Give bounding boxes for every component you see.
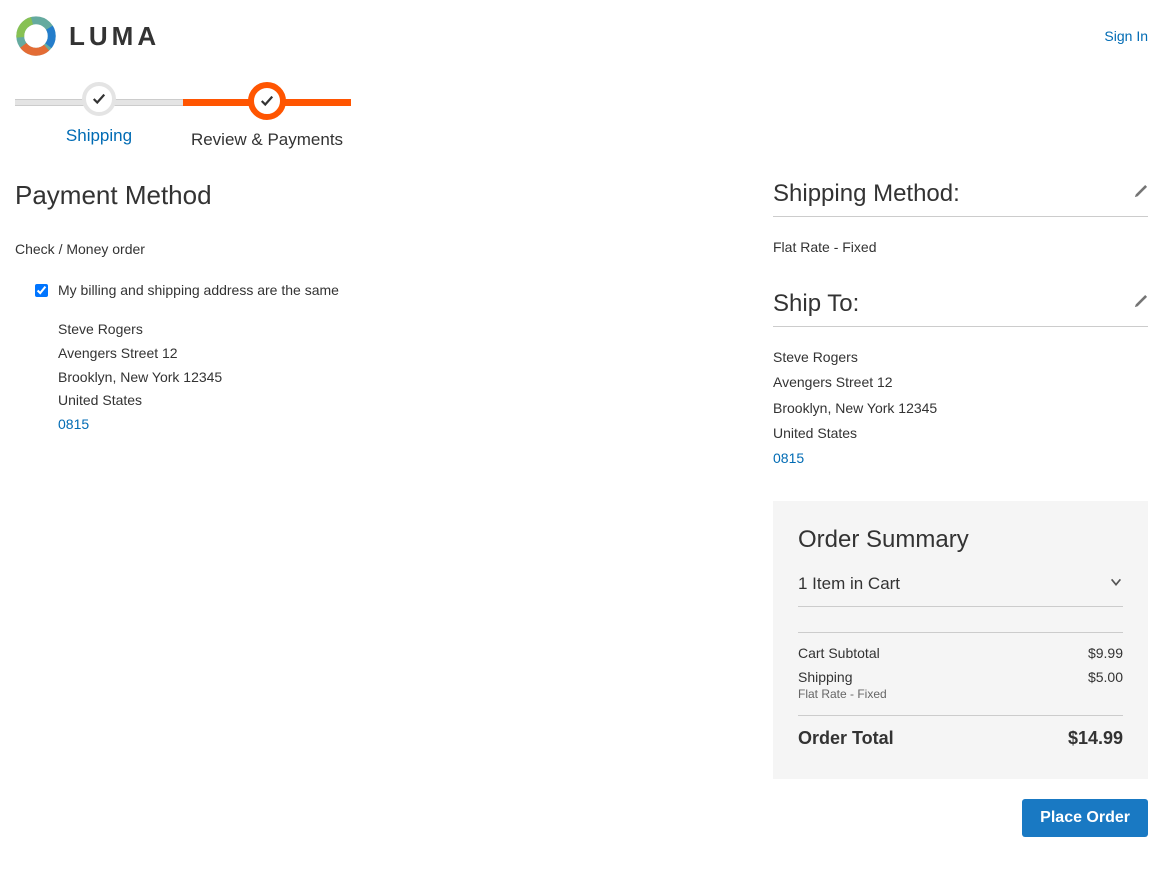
shipto-street: Avengers Street 12: [773, 370, 1148, 395]
payment-method-title: Payment Method: [15, 180, 743, 211]
order-total-label: Order Total: [798, 728, 894, 749]
payment-method-value: Check / Money order: [15, 241, 743, 257]
shipto-name: Steve Rogers: [773, 345, 1148, 370]
shipto-city: Brooklyn, New York 12345: [773, 396, 1148, 421]
same-address-checkbox[interactable]: [35, 284, 48, 297]
billing-name: Steve Rogers: [58, 318, 743, 342]
subtotal-label: Cart Subtotal: [798, 645, 880, 661]
shipping-method-value: Flat Rate - Fixed: [773, 235, 1148, 260]
billing-phone[interactable]: 0815: [58, 413, 743, 437]
shipto-phone[interactable]: 0815: [773, 446, 1148, 471]
shipping-label: Shipping: [798, 669, 853, 685]
step-review-label: Review & Payments: [191, 130, 343, 150]
pencil-icon: [1133, 294, 1148, 309]
ship-to-section: Ship To: Steve Rogers Avengers Street 12…: [773, 290, 1148, 486]
brand-name: LUMA: [69, 21, 160, 52]
edit-shipping-method-icon[interactable]: [1133, 184, 1148, 204]
cart-items-label: 1 Item in Cart: [798, 574, 900, 594]
shipping-value: $5.00: [1088, 669, 1123, 701]
ship-to-address: Steve Rogers Avengers Street 12 Brooklyn…: [773, 345, 1148, 471]
logo-icon: [15, 15, 57, 57]
subtotal-value: $9.99: [1088, 645, 1123, 661]
shipping-sublabel: Flat Rate - Fixed: [798, 687, 887, 701]
step-shipping-label: Shipping: [66, 126, 132, 146]
step-shipping[interactable]: Shipping: [15, 82, 183, 146]
shipping-method-title: Shipping Method:: [773, 180, 960, 208]
pencil-icon: [1133, 184, 1148, 199]
shipto-country: United States: [773, 421, 1148, 446]
billing-country: United States: [58, 389, 743, 413]
check-icon: [92, 92, 106, 106]
billing-address: Steve Rogers Avengers Street 12 Brooklyn…: [35, 318, 743, 437]
ship-to-title: Ship To:: [773, 290, 859, 318]
checkout-progress: Shipping Review & Payments: [15, 82, 1148, 150]
edit-ship-to-icon[interactable]: [1133, 294, 1148, 314]
same-address-label: My billing and shipping address are the …: [58, 282, 339, 298]
same-address-checkbox-row[interactable]: My billing and shipping address are the …: [35, 282, 743, 298]
order-total-value: $14.99: [1068, 728, 1123, 749]
step-review-payments: Review & Payments: [183, 82, 351, 150]
chevron-down-icon: [1109, 574, 1123, 594]
cart-items-toggle[interactable]: 1 Item in Cart: [798, 574, 1123, 607]
order-summary: Order Summary 1 Item in Cart Cart Subtot…: [773, 501, 1148, 779]
order-summary-title: Order Summary: [798, 526, 1123, 554]
sign-in-link[interactable]: Sign In: [1104, 28, 1148, 44]
main-column: Payment Method Check / Money order My bi…: [15, 180, 743, 437]
step-shipping-circle: [82, 82, 116, 116]
logo[interactable]: LUMA: [15, 15, 160, 57]
page-header: LUMA Sign In: [15, 10, 1148, 67]
check-icon: [260, 94, 274, 108]
sidebar-column: Shipping Method: Flat Rate - Fixed Ship …: [773, 180, 1148, 837]
billing-street: Avengers Street 12: [58, 342, 743, 366]
billing-city: Brooklyn, New York 12345: [58, 366, 743, 390]
place-order-button[interactable]: Place Order: [1022, 799, 1148, 837]
step-review-circle: [248, 82, 286, 120]
shipping-method-section: Shipping Method: Flat Rate - Fixed: [773, 180, 1148, 275]
totals: Cart Subtotal $9.99 Shipping Flat Rate -…: [798, 632, 1123, 749]
